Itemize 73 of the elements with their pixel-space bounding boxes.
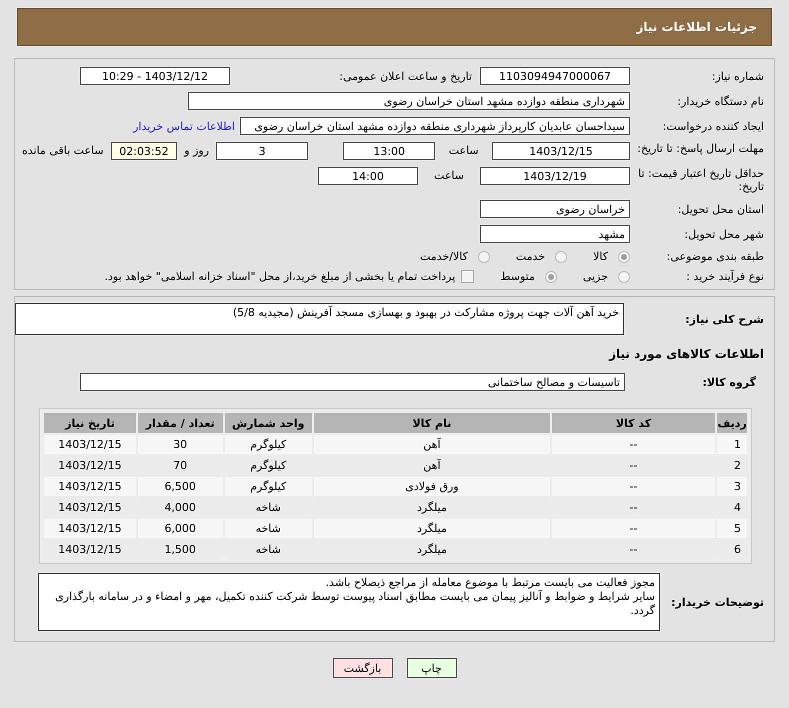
buyer-org-field: شهرداری منطقه دوازده مشهد استان خراسان رضوی (188, 92, 630, 110)
days-field: 3 (216, 142, 308, 160)
deadline-date-field: 1403/12/15 (492, 142, 630, 160)
table-cell: کیلوگرم (224, 435, 312, 454)
radio-button[interactable] (478, 250, 490, 262)
requester-field: سیداحسان عابدیان کارپرداز شهرداری منطقه دوازده مشهد استان خراسان رضوی (240, 117, 630, 135)
column-header: کد کالا (552, 413, 716, 433)
table-cell: -- (552, 435, 716, 454)
table-cell: 1 (717, 435, 747, 454)
field-label: تاریخ و ساعت اعلان عمومی: (338, 70, 473, 82)
announce-date-field: 1403/12/12 - 10:29 (80, 67, 230, 85)
remaining-label: ساعت باقی مانده (20, 144, 105, 157)
buyer-contact-link[interactable]: اطلاعات تماس خریدار (133, 120, 235, 132)
print-button[interactable]: چاپ (406, 658, 456, 678)
radio-button[interactable] (555, 250, 568, 262)
table-cell: 3 (717, 477, 747, 496)
table-cell: شاخه (224, 519, 312, 538)
radio-button[interactable] (618, 250, 630, 262)
field-label: توضیحات خریدار: (670, 596, 765, 608)
buyer-notes-field: مجوز فعالیت می بایست مرتبط با موضوع معامله از مراجع ذیصلاح باشد. سایر شرایط و ضوابط و آنالیز پیمان می بایست مطابق اسناد پیوست توسط شرکت کننده تکمیل، مهر و امضاء و در سامانه بارگذاری گردد. (38, 573, 660, 631)
need-number-field: 1103094947000067 (480, 67, 630, 85)
radio-button[interactable] (618, 270, 630, 282)
field-label: ایجاد کننده درخواست: (662, 120, 765, 132)
table-cell: 30 (138, 435, 223, 454)
time-label: ساعت (433, 169, 465, 182)
table-cell: -- (552, 477, 716, 496)
header-title: جزئیات اطلاعات نیاز (636, 20, 757, 34)
field-label: شماره نیاز: (710, 70, 765, 82)
table-cell: 1403/12/15 (44, 435, 136, 454)
column-header: نام کالا (314, 413, 550, 433)
deadline-time-field: 13:00 (343, 142, 436, 160)
field-label: شرح کلی نیاز: (684, 312, 765, 326)
field-label: گروه کالا: (701, 376, 757, 388)
column-header: تعداد / مقدار (138, 413, 223, 433)
field-label: مهلت ارسال پاسخ: تا تاریخ: (636, 142, 765, 155)
field-label: حداقل تاریخ اعتبار قیمت: تا تاریخ: (637, 167, 765, 193)
table-cell: 6,000 (138, 519, 223, 538)
table-cell: 1403/12/15 (44, 477, 136, 496)
section-title: اطلاعات کالاهای مورد نیاز (609, 347, 764, 361)
option-label: خدمت (516, 250, 546, 263)
table-cell: 5 (717, 519, 747, 538)
treasury-note: پرداخت تمام یا بخشی از مبلغ خرید،از محل "اسناد خزانه اسلامی" خواهد بود. (104, 270, 456, 283)
option-label: کالا/خدمت (420, 250, 468, 263)
province-field: خراسان رضوی (480, 200, 630, 218)
table-cell: 1403/12/15 (44, 519, 136, 538)
table-cell: آهن (314, 435, 550, 454)
field-label: طبقه بندی موضوعی: (666, 250, 765, 263)
field-label: شهر محل تحویل: (683, 228, 765, 240)
validity-date-field: 1403/12/19 (480, 167, 630, 185)
radio-button[interactable] (544, 270, 557, 282)
table-cell: 6,500 (138, 477, 223, 496)
table-cell: ورق فولادی (314, 477, 550, 496)
table-cell: میلگرد (314, 519, 550, 538)
checkbox[interactable] (461, 270, 474, 283)
goods-group-field: تاسیسات و مصالح ساختمانی (80, 373, 625, 391)
field-label: نام دستگاه خریدار: (676, 94, 765, 108)
back-button[interactable]: بازگشت (332, 658, 392, 678)
city-field: مشهد (480, 225, 630, 243)
option-label: جزیی (582, 270, 608, 283)
column-header: تاریخ نیاز (44, 413, 136, 433)
field-label: نوع فرآیند خرید : (685, 270, 765, 283)
field-label: استان محل تحویل: (676, 202, 765, 216)
remaining-time-field: 02:03:52 (110, 142, 178, 160)
option-label: کالا (593, 250, 608, 263)
validity-time-field: 14:00 (318, 167, 418, 185)
table-cell: -- (552, 519, 716, 538)
option-label: متوسط (500, 270, 535, 283)
column-header: ردیف (717, 413, 747, 433)
description-field: خرید آهن آلات جهت پروژه مشارکت در بهبود و بهسازی مسجد آفرینش (مجیدیه 5/8) (15, 303, 624, 335)
table-cell: کیلوگرم (224, 477, 312, 496)
days-label: روز و (182, 144, 210, 157)
time-label: ساعت (448, 144, 480, 157)
column-header: واحد شمارش (224, 413, 312, 433)
